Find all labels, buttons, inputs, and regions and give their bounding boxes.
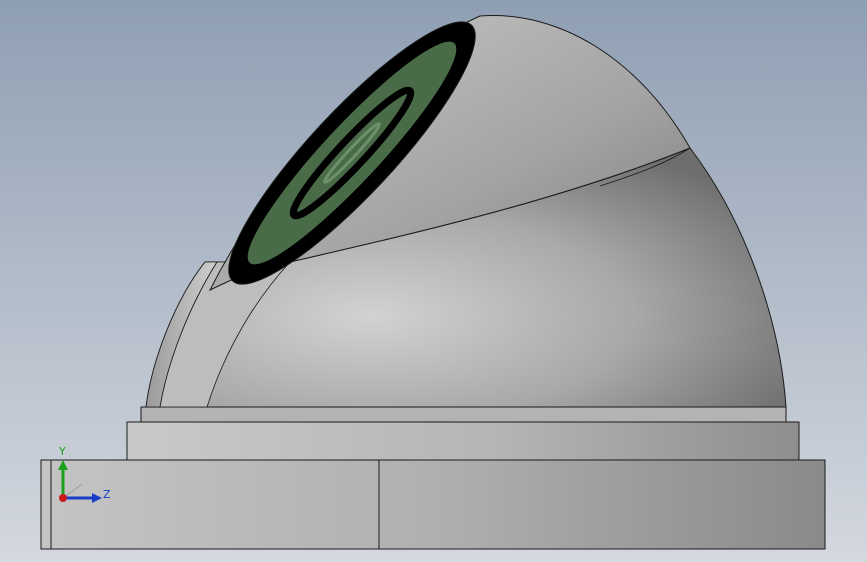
y-axis-label: Y — [58, 445, 66, 458]
z-axis-label: Z — [103, 488, 111, 501]
cad-viewport[interactable]: Y Z — [0, 0, 867, 562]
mounting-ring[interactable] — [126, 406, 800, 461]
origin-dot — [59, 494, 67, 502]
base-plate[interactable] — [40, 459, 826, 550]
